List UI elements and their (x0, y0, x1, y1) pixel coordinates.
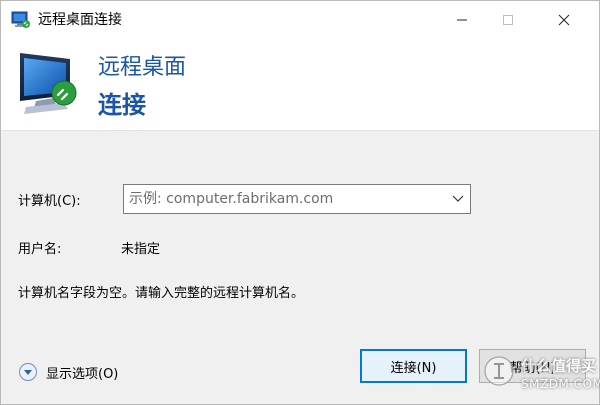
validation-message: 计算机名字段为空。请输入完整的远程计算机名。 (18, 286, 305, 301)
connect-button[interactable]: 连接(N) (360, 349, 467, 383)
username-label: 用户名: (18, 242, 62, 257)
minimize-button[interactable] (439, 1, 485, 39)
window-title: 远程桌面连接 (38, 12, 122, 28)
watermark-logo-icon (484, 356, 514, 386)
chevron-down-icon[interactable] (450, 192, 466, 206)
title-bar[interactable]: 远程桌面连接 (1, 1, 599, 39)
minimize-icon (457, 19, 467, 21)
watermark-text-url: SMZDM.COM (521, 377, 600, 391)
maximize-icon (503, 15, 513, 25)
expand-circle-icon[interactable] (18, 362, 38, 382)
show-options-toggle[interactable]: 显示选项(O) (18, 361, 118, 383)
username-value: 未指定 (121, 242, 161, 257)
maximize-button[interactable] (485, 1, 531, 39)
close-button[interactable] (541, 1, 587, 39)
remote-desktop-app-icon (11, 11, 30, 28)
header-banner (1, 39, 599, 131)
banner-divider (1, 130, 599, 131)
computer-input[interactable] (124, 185, 439, 213)
rdp-window: 远程桌面连接 远程桌面 连接 计算机(C): 示例: computer.fabr… (0, 0, 600, 405)
watermark-text-main: 什么值得买 (521, 357, 597, 375)
computer-combobox[interactable] (123, 184, 471, 214)
close-icon (558, 14, 570, 26)
banner-title-line1: 远程桌面 (98, 55, 187, 80)
show-options-label[interactable]: 显示选项(O) (46, 363, 118, 382)
site-watermark: 什么值得买 SMZDM.COM (481, 353, 600, 405)
banner-title-line2: 连接 (98, 91, 146, 119)
remote-desktop-monitor-icon (20, 53, 77, 114)
computer-label: 计算机(C): (18, 194, 81, 209)
